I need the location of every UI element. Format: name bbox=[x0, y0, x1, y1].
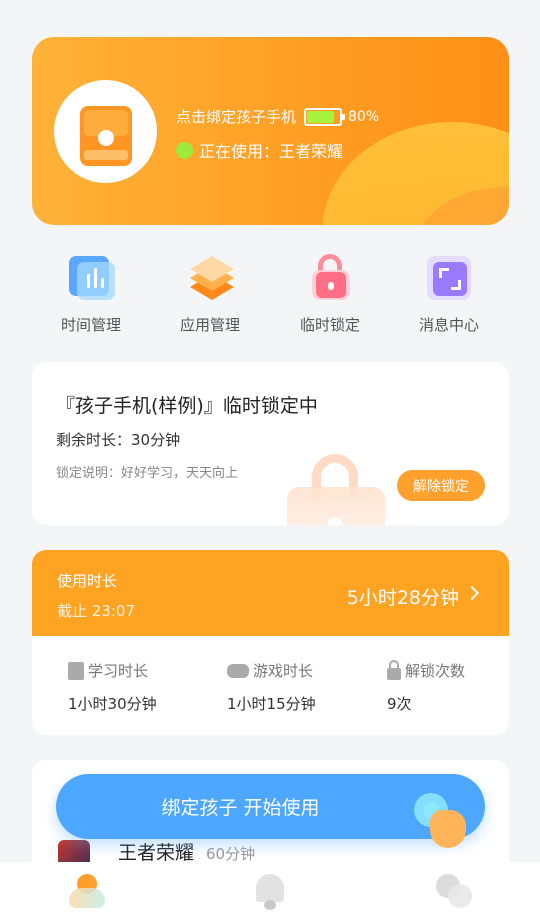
usage-card: 使用时长 截止 23:07 5小时28分钟 学习时长 1小时30分钟 游戏时长 … bbox=[32, 550, 509, 735]
lock-note: 锁定说明：好好学习，天天向上 bbox=[56, 466, 239, 481]
tab-notifications[interactable] bbox=[252, 874, 288, 910]
stat-label: 游戏时长 bbox=[253, 662, 314, 680]
menu-item-message-center[interactable]: 消息中心 bbox=[389, 252, 509, 335]
quick-menu: 时间管理 应用管理 临时锁定 消息中心 bbox=[0, 252, 540, 342]
bind-device-text: 点击绑定孩子手机 bbox=[176, 108, 297, 126]
usage-total: 5小时28分钟 bbox=[346, 587, 459, 609]
stat-study-time: 学习时长 1小时30分钟 bbox=[68, 660, 157, 714]
chevron-right-icon bbox=[464, 585, 480, 601]
unlock-button[interactable]: 解除锁定 bbox=[397, 470, 485, 501]
phone-icon bbox=[80, 106, 132, 166]
usage-deadline: 截止 23:07 bbox=[57, 602, 135, 620]
book-icon bbox=[68, 661, 84, 680]
current-app-text: 正在使用：王者荣耀 bbox=[199, 142, 344, 161]
padlock-icon bbox=[306, 252, 354, 302]
temp-lock-card: 『孩子手机(样例)』临时锁定中 剩余时长：30分钟 锁定说明：好好学习，天天向上… bbox=[32, 362, 509, 525]
menu-item-label: 应用管理 bbox=[179, 316, 240, 334]
pointing-hand-icon bbox=[430, 810, 466, 848]
stat-label: 解锁次数 bbox=[405, 662, 466, 680]
tab-profile[interactable] bbox=[436, 874, 472, 910]
stat-value: 1小时30分钟 bbox=[68, 695, 157, 713]
app-name[interactable]: 王者荣耀 bbox=[118, 838, 194, 865]
bottom-tab-bar bbox=[0, 862, 540, 923]
lock-icon bbox=[387, 659, 401, 680]
app-duration: 60分钟 bbox=[206, 845, 256, 863]
menu-item-app-management[interactable]: 应用管理 bbox=[150, 252, 270, 335]
stat-game-time: 游戏时长 1小时15分钟 bbox=[227, 660, 316, 714]
stat-value: 9次 bbox=[387, 695, 412, 713]
lock-remaining: 剩余时长：30分钟 bbox=[56, 431, 181, 449]
gamepad-icon bbox=[227, 663, 249, 678]
menu-item-time-management[interactable]: 时间管理 bbox=[31, 252, 151, 335]
stat-label: 学习时长 bbox=[88, 662, 149, 680]
bind-child-label: 绑定孩子 开始使用 bbox=[161, 797, 320, 819]
usage-summary[interactable]: 使用时长 截止 23:07 5小时28分钟 bbox=[32, 550, 509, 636]
usage-heading: 使用时长 bbox=[57, 572, 118, 590]
tab-home[interactable] bbox=[69, 874, 105, 910]
battery-percent: 80% bbox=[348, 108, 380, 125]
device-card[interactable]: 点击绑定孩子手机 80% 正在使用：王者荣耀 bbox=[32, 37, 509, 225]
battery-fill bbox=[307, 110, 335, 123]
bar-chart-icon bbox=[67, 252, 115, 302]
current-app-status: 正在使用：王者荣耀 bbox=[176, 138, 343, 162]
menu-item-temp-lock[interactable]: 临时锁定 bbox=[270, 252, 390, 335]
stat-value: 1小时15分钟 bbox=[227, 695, 316, 713]
lock-title: 『孩子手机(样例)』临时锁定中 bbox=[56, 395, 318, 417]
stat-unlock-count: 解锁次数 9次 bbox=[387, 659, 466, 714]
bell-icon bbox=[256, 874, 284, 902]
child-device-avatar[interactable] bbox=[54, 80, 157, 183]
bind-device-link[interactable]: 点击绑定孩子手机 80% bbox=[176, 106, 379, 127]
menu-item-label: 消息中心 bbox=[418, 316, 479, 334]
battery-icon bbox=[304, 107, 346, 126]
layers-icon bbox=[186, 252, 234, 302]
online-dot-icon bbox=[176, 141, 193, 159]
expand-frame-icon bbox=[425, 252, 473, 302]
menu-item-label: 时间管理 bbox=[60, 316, 121, 334]
menu-item-label: 临时锁定 bbox=[299, 316, 360, 334]
